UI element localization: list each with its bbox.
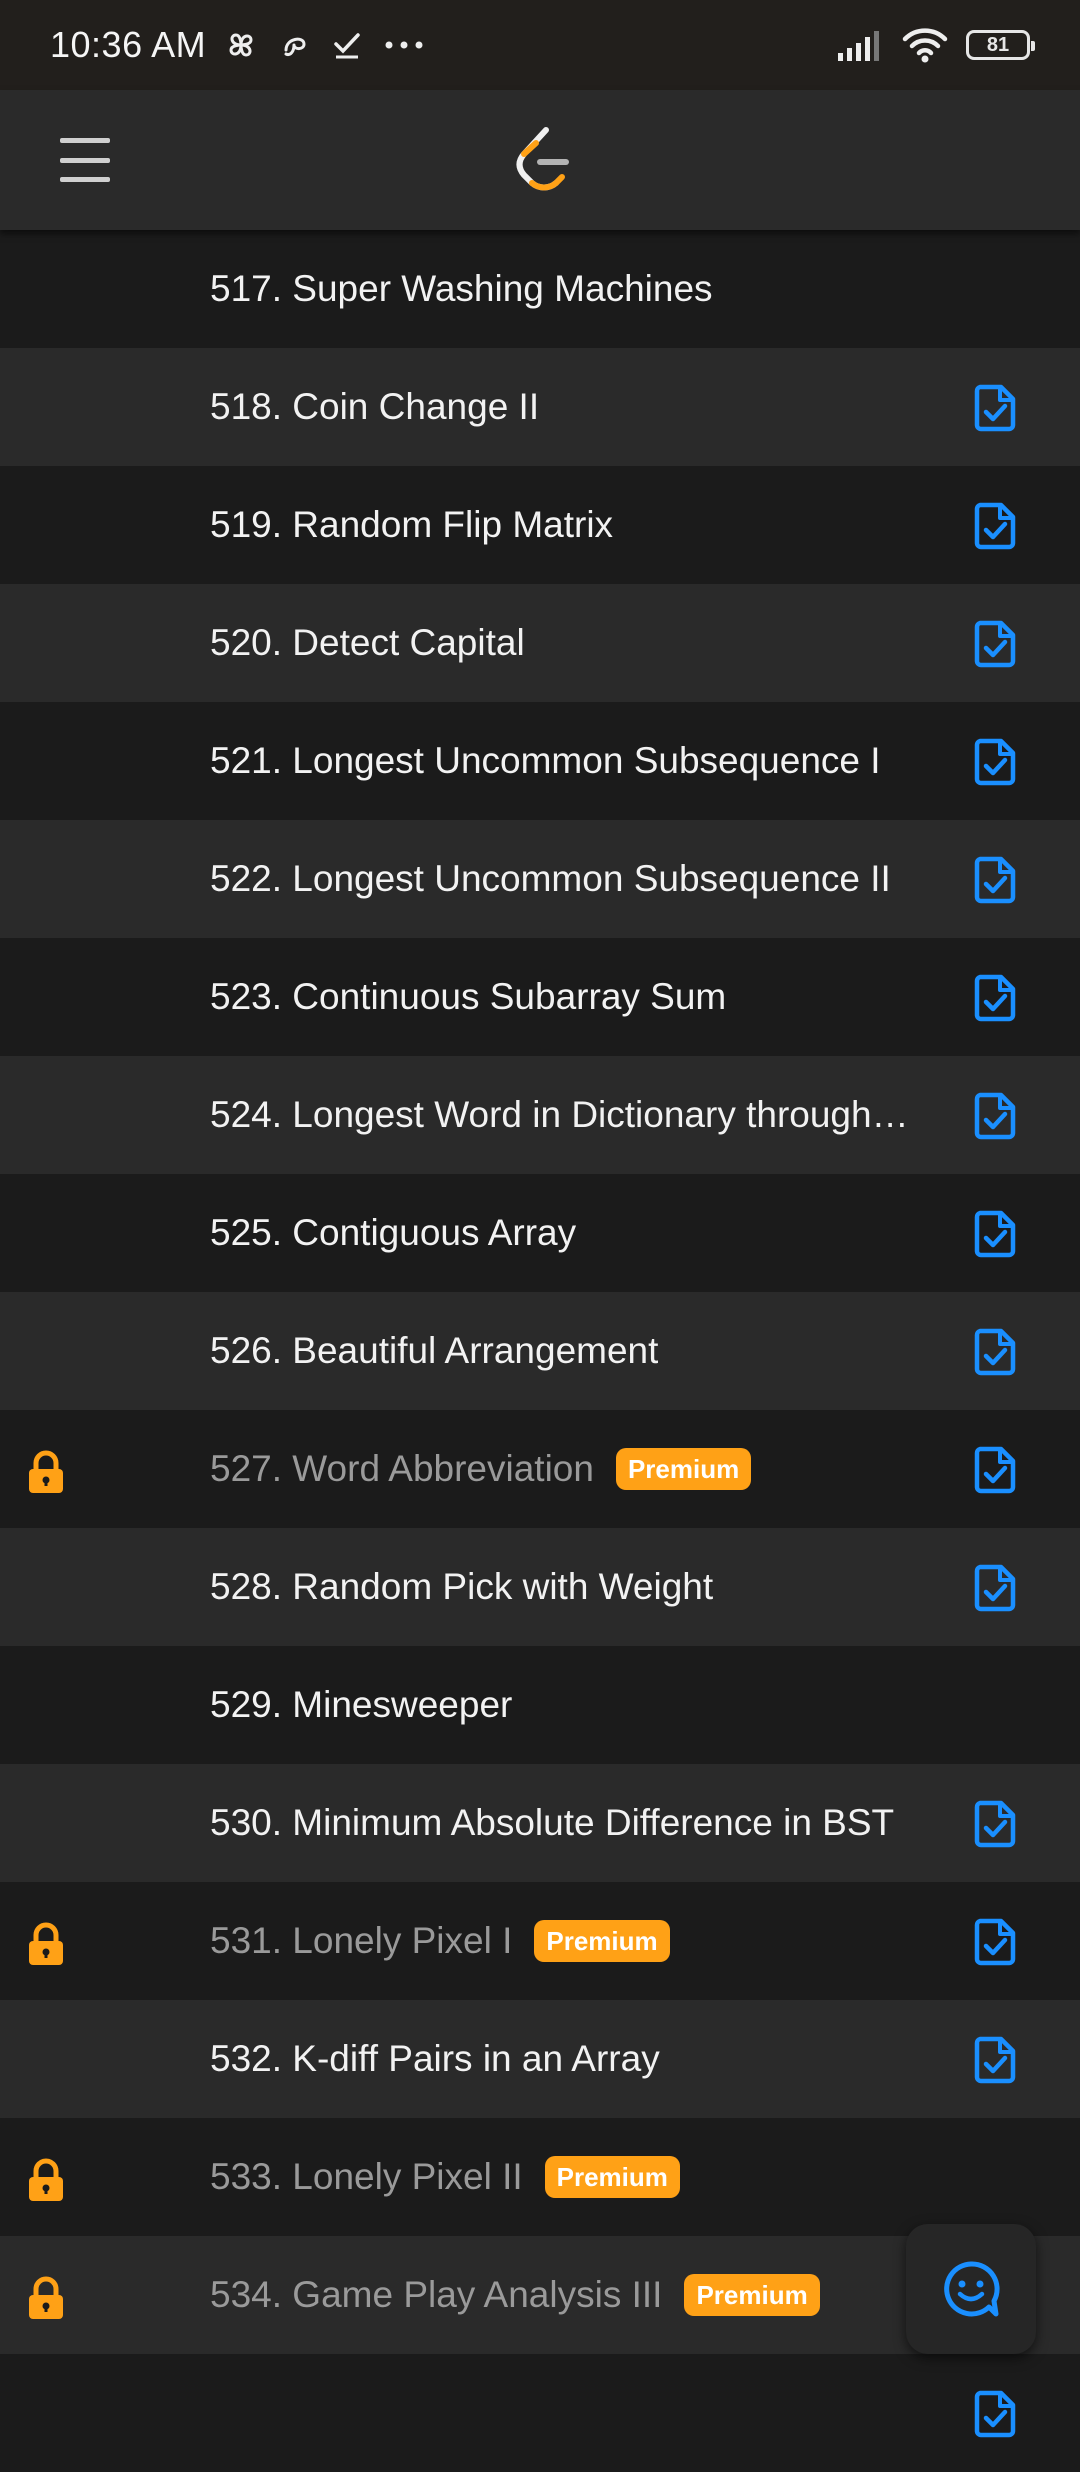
problem-title: 522. Longest Uncommon Subsequence II: [210, 858, 891, 899]
solution-icon[interactable]: [974, 1446, 1016, 1494]
solution-icon[interactable]: [974, 384, 1016, 432]
problem-title-group: 532. K-diff Pairs in an Array: [210, 2000, 660, 2118]
status-bar: 10:36 AM 81: [0, 0, 1080, 90]
problem-row[interactable]: 532. K-diff Pairs in an Array: [0, 2000, 1080, 2118]
premium-badge: Premium: [544, 2156, 680, 2198]
check-icon: [334, 33, 360, 59]
problem-title-group: 530. Minimum Absolute Difference in BST: [210, 1764, 894, 1882]
feedback-chat-button[interactable]: [906, 2224, 1036, 2354]
problem-title-group: 521. Longest Uncommon Subsequence I: [210, 702, 881, 820]
problem-title: 533. Lonely Pixel II: [210, 2156, 523, 2197]
solution-icon[interactable]: [974, 2390, 1016, 2438]
problem-row[interactable]: 527. Word Abbreviation Premium: [0, 1410, 1080, 1528]
more-dots-icon: [385, 41, 423, 49]
problem-title-group: 524. Longest Word in Dictionary through…: [210, 1056, 909, 1174]
leetcode-logo-icon[interactable]: [512, 126, 576, 192]
solution-icon[interactable]: [974, 738, 1016, 786]
solution-icon[interactable]: [974, 1564, 1016, 1612]
problem-title: 531. Lonely Pixel I: [210, 1920, 513, 1961]
lock-icon: [26, 1450, 66, 1494]
problem-title-group: 527. Word Abbreviation Premium: [210, 1410, 752, 1528]
wifi-icon: [902, 28, 948, 63]
solution-icon[interactable]: [974, 1918, 1016, 1966]
menu-icon[interactable]: [60, 138, 110, 182]
solution-icon[interactable]: [974, 620, 1016, 668]
problem-row[interactable]: 521. Longest Uncommon Subsequence I: [0, 702, 1080, 820]
problem-title-group: 529. Minesweeper: [210, 1646, 512, 1764]
problem-title-group: 526. Beautiful Arrangement: [210, 1292, 658, 1410]
solution-icon[interactable]: [974, 502, 1016, 550]
problem-row[interactable]: 524. Longest Word in Dictionary through…: [0, 1056, 1080, 1174]
lock-icon: [26, 2158, 66, 2202]
problem-row[interactable]: 533. Lonely Pixel II Premium: [0, 2118, 1080, 2236]
chat-smile-icon: [944, 2261, 1000, 2317]
problem-row[interactable]: 517. Super Washing Machines: [0, 230, 1080, 348]
problem-row[interactable]: 525. Contiguous Array: [0, 1174, 1080, 1292]
problem-title-group: 534. Game Play Analysis III Premium: [210, 2236, 820, 2354]
solution-icon[interactable]: [974, 974, 1016, 1022]
solution-icon[interactable]: [974, 1800, 1016, 1848]
problem-row[interactable]: 528. Random Pick with Weight: [0, 1528, 1080, 1646]
problem-title: 521. Longest Uncommon Subsequence I: [210, 740, 881, 781]
problem-row[interactable]: 529. Minesweeper: [0, 1646, 1080, 1764]
problem-title: 534. Game Play Analysis III: [210, 2274, 663, 2315]
swirl-icon: [284, 37, 306, 56]
solution-icon[interactable]: [974, 1210, 1016, 1258]
problem-title-group: 523. Continuous Subarray Sum: [210, 938, 726, 1056]
problem-title: 524. Longest Word in Dictionary through…: [210, 1094, 909, 1135]
problem-title-group: 518. Coin Change II: [210, 348, 539, 466]
problem-row[interactable]: 520. Detect Capital: [0, 584, 1080, 702]
premium-badge: Premium: [534, 1920, 670, 1962]
premium-badge: Premium: [684, 2274, 820, 2316]
problem-row[interactable]: 518. Coin Change II: [0, 348, 1080, 466]
problem-title-group: 531. Lonely Pixel I Premium: [210, 1882, 670, 2000]
pinwheel-icon: [229, 33, 253, 57]
status-notification-icons: [224, 28, 424, 62]
problem-title: 529. Minesweeper: [210, 1684, 513, 1725]
problem-title: 525. Contiguous Array: [210, 1212, 577, 1253]
premium-badge: Premium: [615, 1448, 752, 1490]
solution-icon[interactable]: [974, 2036, 1016, 2084]
problem-title-group: 522. Longest Uncommon Subsequence II: [210, 820, 891, 938]
problem-row[interactable]: 530. Minimum Absolute Difference in BST: [0, 1764, 1080, 1882]
battery-level: 81: [986, 33, 1010, 56]
lock-icon: [26, 2276, 66, 2320]
battery-icon: 81: [966, 30, 1035, 60]
problem-title-group: 517. Super Washing Machines: [210, 230, 713, 348]
problem-title: 528. Random Pick with Weight: [210, 1566, 714, 1607]
problem-title: 518. Coin Change II: [210, 386, 540, 427]
problem-row[interactable]: [0, 2354, 1080, 2472]
solution-icon[interactable]: [974, 1328, 1016, 1376]
problem-title-group: 528. Random Pick with Weight: [210, 1528, 713, 1646]
problem-row[interactable]: 531. Lonely Pixel I Premium: [0, 1882, 1080, 2000]
problem-title: 519. Random Flip Matrix: [210, 504, 614, 545]
solution-icon[interactable]: [974, 856, 1016, 904]
problem-row[interactable]: 522. Longest Uncommon Subsequence II: [0, 820, 1080, 938]
problem-row[interactable]: 519. Random Flip Matrix: [0, 466, 1080, 584]
problem-title: 523. Continuous Subarray Sum: [210, 976, 727, 1017]
problem-title: 526. Beautiful Arrangement: [210, 1330, 659, 1371]
signal-icon: [838, 31, 879, 61]
problem-title: 520. Detect Capital: [210, 622, 525, 663]
problem-title: 530. Minimum Absolute Difference in BST: [210, 1802, 895, 1843]
status-time: 10:36 AM: [50, 24, 207, 65]
problem-list: 517. Super Washing Machines 518. Coin Cha…: [0, 230, 1080, 2472]
problem-title: 517. Super Washing Machines: [210, 268, 713, 309]
problem-title-group: 525. Contiguous Array: [210, 1174, 576, 1292]
problem-title: 527. Word Abbreviation: [210, 1448, 594, 1489]
lock-icon: [26, 1922, 66, 1966]
problem-title: 532. K-diff Pairs in an Array: [210, 2038, 660, 2079]
problem-title-group: 533. Lonely Pixel II Premium: [210, 2118, 680, 2236]
problem-row[interactable]: 526. Beautiful Arrangement: [0, 1292, 1080, 1410]
solution-icon[interactable]: [974, 1092, 1016, 1140]
app-header: [0, 90, 1080, 230]
problem-title-group: 519. Random Flip Matrix: [210, 466, 613, 584]
problem-title-group: 520. Detect Capital: [210, 584, 525, 702]
problem-row[interactable]: 523. Continuous Subarray Sum: [0, 938, 1080, 1056]
status-system-icons: 81: [836, 27, 1035, 63]
